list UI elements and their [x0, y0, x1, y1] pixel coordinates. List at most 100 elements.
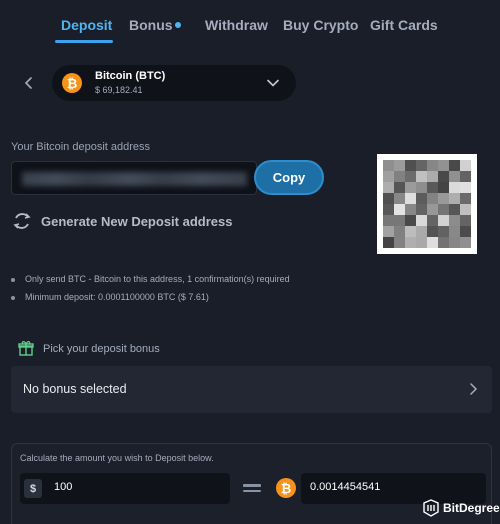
qr-cell	[460, 171, 471, 182]
tab-withdraw[interactable]: Withdraw	[205, 17, 268, 33]
qr-cell	[405, 226, 416, 237]
chevron-left-icon[interactable]	[20, 74, 38, 92]
note-confirmation: Only send BTC - Bitcoin to this address,…	[11, 274, 290, 284]
deposit-address-field[interactable]	[11, 161, 257, 195]
qr-cell	[460, 193, 471, 204]
qr-cell	[438, 204, 449, 215]
qr-cell	[416, 171, 427, 182]
qr-cell	[383, 237, 394, 248]
qr-cell	[416, 160, 427, 171]
bonus-notification-dot	[175, 22, 181, 28]
qr-cell	[438, 193, 449, 204]
qr-cell	[427, 226, 438, 237]
tab-bonus[interactable]: Bonus	[129, 17, 173, 33]
qr-cell	[438, 215, 449, 226]
tab-gift-cards[interactable]: Gift Cards	[370, 17, 438, 33]
qr-cell	[416, 204, 427, 215]
qr-cell	[427, 215, 438, 226]
qr-cell	[394, 226, 405, 237]
qr-cell	[383, 215, 394, 226]
qr-cell	[394, 215, 405, 226]
blurred-address	[22, 172, 247, 186]
calculator-title: Calculate the amount you wish to Deposit…	[20, 453, 214, 463]
bonus-title: Pick your deposit bonus	[43, 343, 160, 355]
qr-cell	[383, 226, 394, 237]
qr-cell	[449, 226, 460, 237]
gift-icon	[18, 341, 34, 356]
bitdegree-logo-icon	[423, 499, 439, 517]
qr-cell	[427, 193, 438, 204]
qr-cell	[449, 204, 460, 215]
qr-cell	[427, 182, 438, 193]
qr-code	[377, 154, 477, 254]
qr-cell	[405, 193, 416, 204]
dollar-icon: $	[24, 479, 42, 498]
qr-cell	[438, 226, 449, 237]
qr-cell	[394, 182, 405, 193]
qr-cell	[460, 226, 471, 237]
qr-cell	[394, 204, 405, 215]
bullet-icon	[11, 295, 15, 300]
qr-cell	[449, 160, 460, 171]
qr-cell	[394, 171, 405, 182]
qr-cell	[416, 237, 427, 248]
tab-buy-crypto[interactable]: Buy Crypto	[283, 17, 358, 33]
bitcoin-icon: ₿	[276, 478, 296, 498]
qr-cell	[405, 160, 416, 171]
qr-cell	[416, 226, 427, 237]
crypto-amount-value: 0.0014454541	[310, 481, 381, 493]
qr-cell	[460, 160, 471, 171]
active-tab-indicator	[55, 40, 113, 43]
bullet-icon	[11, 277, 15, 282]
qr-cell	[449, 171, 460, 182]
qr-cell	[460, 215, 471, 226]
qr-cell	[416, 182, 427, 193]
qr-cell	[383, 182, 394, 193]
note-minimum-deposit: Minimum deposit: 0.0001100000 BTC ($ 7.6…	[11, 292, 209, 302]
qr-cell	[427, 204, 438, 215]
qr-cell	[460, 237, 471, 248]
qr-cell	[405, 182, 416, 193]
qr-cell	[383, 193, 394, 204]
qr-cell	[460, 204, 471, 215]
copy-button[interactable]: Copy	[254, 160, 324, 195]
bonus-select[interactable]: No bonus selected	[11, 366, 492, 413]
fiat-amount-input[interactable]: $ 100	[20, 473, 230, 504]
currency-select[interactable]: ₿ Bitcoin (BTC) $ 69,182.41	[52, 65, 296, 101]
refresh-icon	[13, 213, 31, 229]
qr-cell	[416, 215, 427, 226]
qr-cell	[383, 171, 394, 182]
qr-cell	[449, 182, 460, 193]
qr-cell	[383, 160, 394, 171]
qr-cell	[427, 160, 438, 171]
qr-cell	[438, 171, 449, 182]
generate-address-label: Generate New Deposit address	[41, 214, 233, 229]
qr-cell	[449, 215, 460, 226]
qr-cell	[405, 171, 416, 182]
qr-cell	[427, 237, 438, 248]
qr-cell	[438, 182, 449, 193]
qr-cell	[416, 193, 427, 204]
qr-cell	[438, 160, 449, 171]
currency-name: Bitcoin (BTC)	[95, 70, 166, 82]
qr-cell	[394, 237, 405, 248]
crypto-amount-input[interactable]: 0.0014454541	[301, 473, 486, 504]
qr-cell	[427, 171, 438, 182]
currency-price: $ 69,182.41	[95, 85, 143, 95]
qr-cell	[383, 204, 394, 215]
qr-cell	[394, 193, 405, 204]
fiat-amount-value: 100	[54, 481, 73, 493]
qr-cell	[405, 204, 416, 215]
bitcoin-icon: ₿	[62, 73, 82, 93]
tab-deposit[interactable]: Deposit	[61, 17, 112, 33]
deposit-calculator: Calculate the amount you wish to Deposit…	[11, 443, 492, 524]
bonus-selected-value: No bonus selected	[23, 382, 127, 396]
address-label: Your Bitcoin deposit address	[11, 141, 151, 153]
chevron-down-icon	[267, 79, 279, 87]
watermark-text: BitDegree	[443, 501, 500, 515]
qr-cell	[460, 182, 471, 193]
equals-icon	[243, 484, 261, 494]
qr-cell	[449, 193, 460, 204]
qr-cell	[405, 215, 416, 226]
qr-cell	[405, 237, 416, 248]
